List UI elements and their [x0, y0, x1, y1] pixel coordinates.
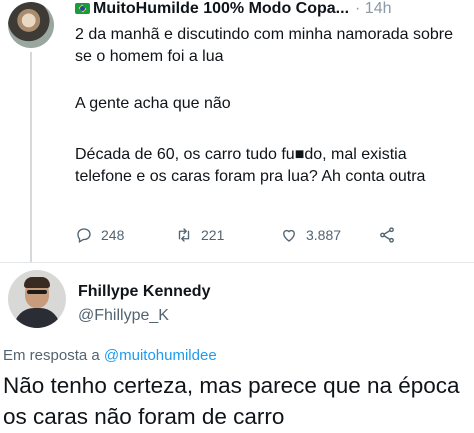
tweet-text-paragraph-3: Década de 60, os carro tudo fu■do, mal e… — [75, 146, 426, 185]
reply-icon — [77, 228, 91, 243]
reply-author-display-name[interactable]: Fhillype Kennedy — [78, 283, 210, 301]
reply-author-handle[interactable]: @Fhillype_K — [78, 307, 169, 325]
like-button[interactable]: 3.887 — [280, 226, 341, 244]
retweet-count: 221 — [201, 227, 225, 243]
avatar[interactable] — [8, 270, 66, 328]
tweet-action-bar: 248 221 3.887 — [75, 226, 415, 250]
replying-to-mention-link[interactable]: @muitohumildee — [104, 347, 217, 364]
thread-connector-line — [30, 52, 32, 262]
replying-to-line: Em resposta a @muitohumildee — [3, 347, 217, 364]
tweet-header: MuitoHumilde 100% Modo Copa... · 14h — [75, 0, 392, 18]
share-icon — [380, 227, 394, 243]
flag-icon — [75, 3, 90, 14]
reply-button[interactable]: 248 — [75, 226, 124, 244]
separator-dot: · — [355, 0, 361, 17]
reply-count: 248 — [101, 227, 125, 243]
retweet-button[interactable]: 221 — [175, 226, 224, 244]
retweet-icon — [178, 228, 190, 242]
tweet-timestamp[interactable]: 14h — [365, 0, 392, 17]
avatar[interactable] — [8, 2, 54, 48]
like-icon — [283, 229, 295, 242]
tweet-text-paragraph-1: 2 da manhã e discutindo com minha namora… — [75, 26, 453, 65]
reply-text: Não tenho certeza, mas parece que na épo… — [3, 373, 460, 429]
replying-to-label: Em resposta a — [3, 347, 100, 364]
tweet-text-paragraph-2: A gente acha que não — [75, 95, 231, 112]
like-count: 3.887 — [306, 227, 342, 243]
author-display-name[interactable]: MuitoHumilde 100% Modo Copa... — [93, 0, 349, 17]
share-button[interactable] — [378, 226, 396, 244]
tweet-divider — [0, 262, 474, 263]
